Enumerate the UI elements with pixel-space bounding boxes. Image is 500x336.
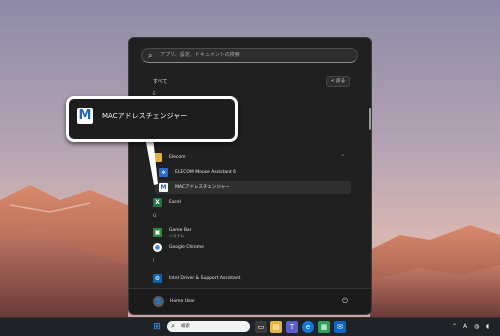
search-placeholder: アプリ、設定、ドキュメントの検索 [160, 52, 240, 58]
app-mac-address-changer[interactable]: M MACアドレスチェンジャー [155, 181, 351, 194]
edge-icon[interactable]: e [302, 321, 314, 333]
game-bar-icon: ▣ [153, 228, 162, 237]
app-sublabel: システム [169, 233, 185, 238]
task-view-icon[interactable]: ▭ [255, 321, 267, 333]
folder-icon [153, 153, 162, 162]
teams-icon[interactable]: T [286, 321, 298, 333]
all-apps-heading: すべて [153, 79, 168, 85]
scrollbar[interactable] [369, 108, 371, 130]
app-label: ELECOM Mouse Assistant 6 [175, 170, 237, 175]
excel-icon: X [153, 198, 162, 207]
intel-icon: ⚙ [153, 274, 162, 283]
mail-icon[interactable]: ✉ [334, 321, 346, 333]
start-menu: ⌕ アプリ、設定、ドキュメントの検索 すべて < 戻る E Elecom ⌃ ⟡… [128, 37, 372, 315]
app-excel[interactable]: X Excel [149, 196, 351, 209]
mac-changer-icon: M [77, 108, 93, 124]
app-google-chrome[interactable]: ● Google Chrome [149, 241, 351, 254]
app-label: Excel [169, 200, 181, 205]
power-icon[interactable]: ⏻ [339, 295, 351, 307]
taskbar-search-label: 検索 [181, 324, 190, 329]
mouse-assistant-icon: ⟡ [159, 168, 168, 177]
app-label: Elecom [169, 155, 186, 160]
taskbar: ⊞ ⌕ 検索 ▭ ▤ T e ▦ ✉ ⌃ A ◍ ◖ [0, 317, 500, 336]
store-icon[interactable]: ▦ [318, 321, 330, 333]
start-footer: 👤 Home User ⏻ [129, 288, 371, 314]
ime-indicator[interactable]: A [463, 321, 467, 333]
back-button[interactable]: < 戻る [326, 76, 350, 87]
user-name[interactable]: Home User [170, 296, 195, 307]
letter-header-i[interactable]: I [153, 259, 154, 264]
app-intel-driver[interactable]: ⚙ Intel Driver & Support Assistant [149, 272, 351, 285]
volume-icon[interactable]: ◖ [486, 321, 489, 333]
chrome-icon: ● [153, 243, 162, 252]
network-icon[interactable]: ◍ [474, 321, 479, 333]
app-label: Intel Driver & Support Assistant [169, 276, 241, 281]
app-label: Google Chrome [169, 245, 204, 250]
start-windows-icon[interactable]: ⊞ [151, 321, 163, 333]
file-explorer-icon[interactable]: ▤ [270, 321, 282, 333]
app-elecom-mouse-assistant[interactable]: ⟡ ELECOM Mouse Assistant 6 [155, 166, 351, 179]
letter-header-g[interactable]: G [153, 214, 157, 219]
search-icon: ⌕ [148, 51, 153, 60]
chevron-up-icon[interactable]: ⌃ [452, 321, 457, 333]
callout-label: MACアドレスチェンジャー [102, 112, 188, 120]
start-search-input[interactable]: ⌕ アプリ、設定、ドキュメントの検索 [141, 48, 358, 63]
taskbar-search-box[interactable]: ⌕ 検索 [167, 321, 250, 332]
callout-zoom: M MACアドレスチェンジャー [66, 96, 238, 142]
app-folder-elecom[interactable]: Elecom ⌃ [149, 151, 351, 164]
chevron-up-icon: ⌃ [340, 154, 345, 160]
mac-changer-icon: M [159, 183, 168, 192]
app-game-bar[interactable]: ▣ Game Bar システム [149, 226, 351, 239]
user-avatar-icon[interactable]: 👤 [153, 296, 164, 307]
app-label: MACアドレスチェンジャー [175, 185, 230, 190]
search-icon: ⌕ [171, 322, 175, 330]
